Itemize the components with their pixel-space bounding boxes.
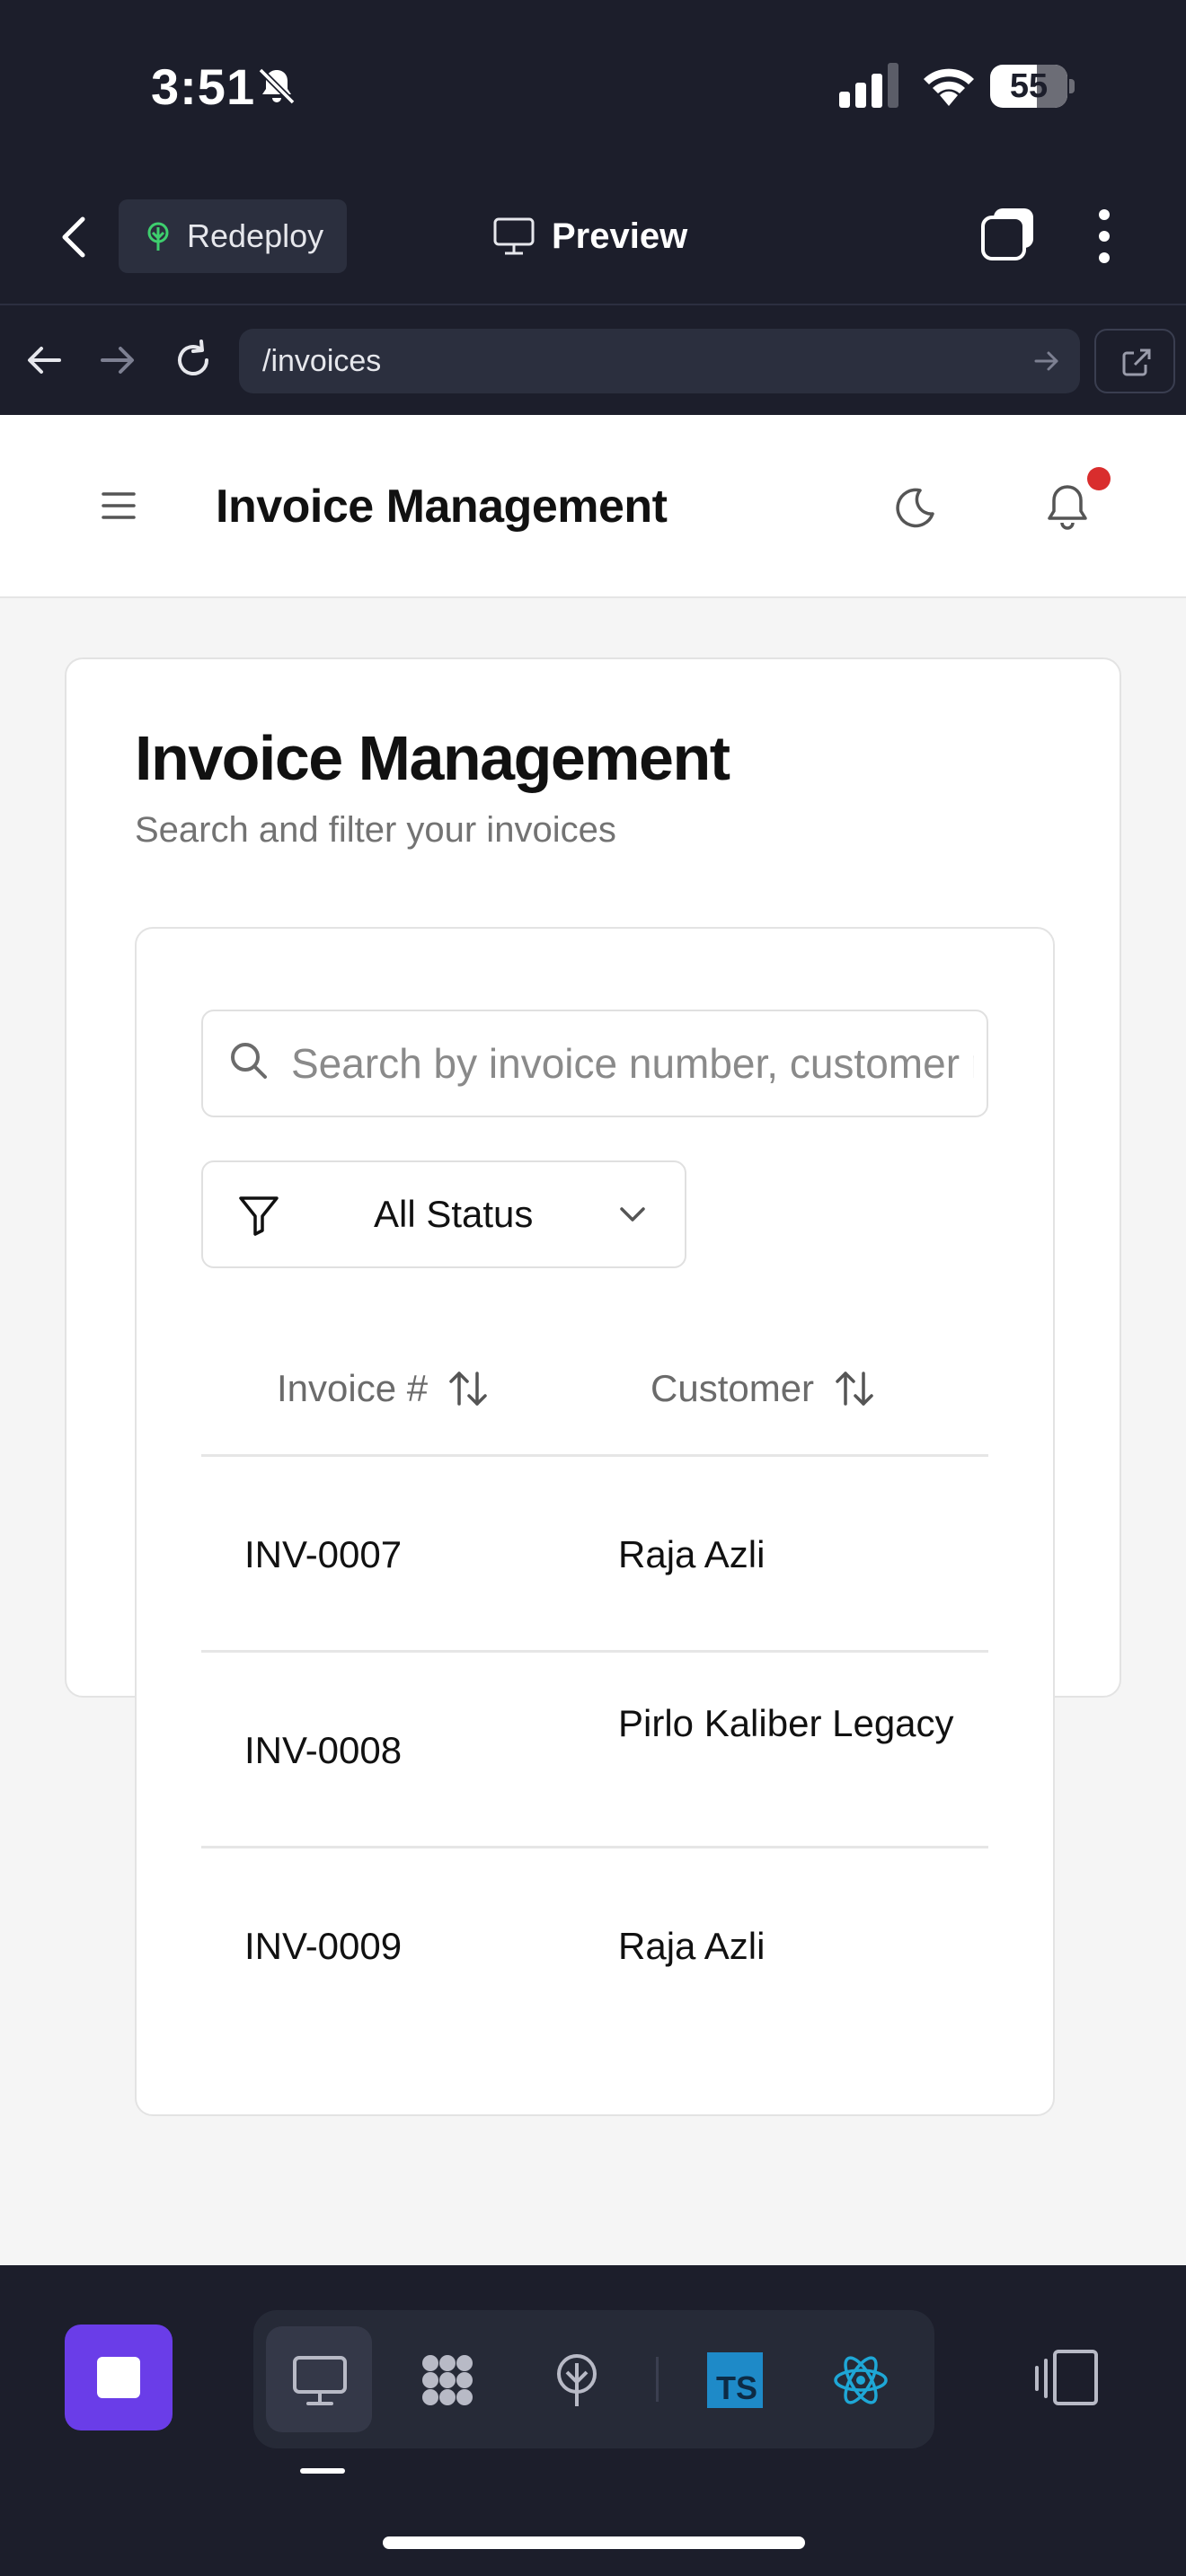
external-link-icon: [1122, 348, 1151, 376]
site-title: Invoice Management: [216, 481, 668, 533]
status-bar: 3:51 55: [0, 0, 1186, 180]
table-header: Invoice # Customer: [201, 1331, 988, 1457]
dock-typescript[interactable]: TS: [681, 2326, 787, 2432]
bottom-toolbar: TS: [0, 2265, 1186, 2576]
preview-tab[interactable]: Preview: [492, 207, 687, 266]
dock-deploy[interactable]: [523, 2326, 629, 2432]
tabs-icon[interactable]: [979, 205, 1037, 262]
reload-icon[interactable]: [171, 338, 216, 383]
sort-icon: [836, 1372, 873, 1406]
stop-button[interactable]: [65, 2325, 173, 2430]
monitor-icon: [293, 2356, 347, 2405]
filter-icon: [239, 1196, 279, 1236]
monitor-icon: [493, 217, 535, 255]
deploy-tree-icon: [557, 2354, 597, 2406]
typescript-icon: TS: [707, 2352, 763, 2408]
split-view-icon[interactable]: [1035, 2346, 1100, 2411]
battery-icon: 55: [990, 65, 1075, 108]
invoice-number: INV-0007: [244, 1533, 403, 1575]
react-icon: [834, 2356, 888, 2404]
url-field[interactable]: /invoices: [239, 329, 1080, 393]
notification-dot: [1087, 467, 1111, 490]
search-box: [201, 1010, 988, 1117]
redeploy-tree-icon: [147, 222, 169, 251]
column-header-customer[interactable]: Customer: [651, 1367, 875, 1410]
invoice-card: Invoice Management Search and filter you…: [65, 657, 1121, 2116]
arrow-go-icon[interactable]: [1033, 348, 1060, 374]
redeploy-label: Redeploy: [187, 217, 324, 254]
battery-level: 55: [1009, 67, 1049, 105]
status-filter-value: All Status: [374, 1193, 534, 1235]
nodes-icon: [422, 2355, 473, 2405]
dock-nodes[interactable]: [394, 2326, 500, 2432]
url-text: /invoices: [262, 344, 382, 378]
status-time: 3:51: [151, 58, 256, 115]
invoice-number: INV-0009: [244, 1925, 403, 1967]
table-row[interactable]: INV-0008 Pirlo Kaliber Legacy: [201, 1653, 988, 1848]
open-external-button[interactable]: [1094, 329, 1175, 393]
browser-bar: /invoices: [0, 307, 1186, 415]
moon-icon[interactable]: [893, 485, 938, 530]
column-label-invoice: Invoice #: [277, 1367, 429, 1409]
invoice-table-card: All Status Invoice # Customer: [135, 927, 1055, 2116]
chevron-down-icon: [620, 1207, 645, 1222]
dock-preview[interactable]: [266, 2326, 372, 2432]
arrow-right-icon[interactable]: [95, 338, 140, 383]
app-header: Redeploy Preview: [0, 180, 1186, 305]
active-indicator: [300, 2468, 345, 2474]
dock-divider: [656, 2357, 659, 2402]
customer-name: Raja Azli: [618, 1925, 766, 1967]
preview-label: Preview: [552, 216, 688, 256]
signal-icon: [839, 63, 898, 108]
table-row[interactable]: INV-0009 Raja Azli: [201, 1848, 988, 2044]
invoice-number: INV-0008: [244, 1729, 403, 1771]
site-topbar: Invoice Management: [0, 415, 1186, 598]
page-title: Invoice Management: [135, 723, 730, 793]
wifi-icon: [924, 68, 974, 106]
customer-name: Pirlo Kaliber Legacy: [618, 1702, 954, 1744]
bell-icon[interactable]: [1042, 481, 1093, 534]
bell-muted-icon: [258, 67, 296, 105]
table-row[interactable]: INV-0007 Raja Azli: [201, 1457, 988, 1653]
hamburger-icon[interactable]: [101, 490, 137, 521]
column-header-invoice[interactable]: Invoice #: [277, 1367, 489, 1410]
dock-react[interactable]: [807, 2326, 913, 2432]
column-label-customer: Customer: [651, 1367, 815, 1409]
page-subtitle: Search and filter your invoices: [135, 810, 616, 850]
back-chevron-icon[interactable]: [56, 212, 92, 262]
search-input[interactable]: [291, 1011, 974, 1116]
stop-icon: [97, 2357, 140, 2398]
status-filter-select[interactable]: All Status: [201, 1160, 686, 1268]
customer-name: Raja Azli: [618, 1533, 766, 1575]
arrow-left-icon[interactable]: [22, 338, 66, 383]
web-content: Invoice Management Invoice Management Se…: [0, 415, 1186, 2265]
more-vertical-icon[interactable]: [1091, 207, 1118, 266]
sort-icon: [449, 1372, 487, 1406]
redeploy-button[interactable]: Redeploy: [119, 199, 347, 273]
search-icon: [231, 1043, 267, 1079]
tool-dock: TS: [253, 2310, 934, 2448]
home-indicator[interactable]: [383, 2536, 805, 2549]
